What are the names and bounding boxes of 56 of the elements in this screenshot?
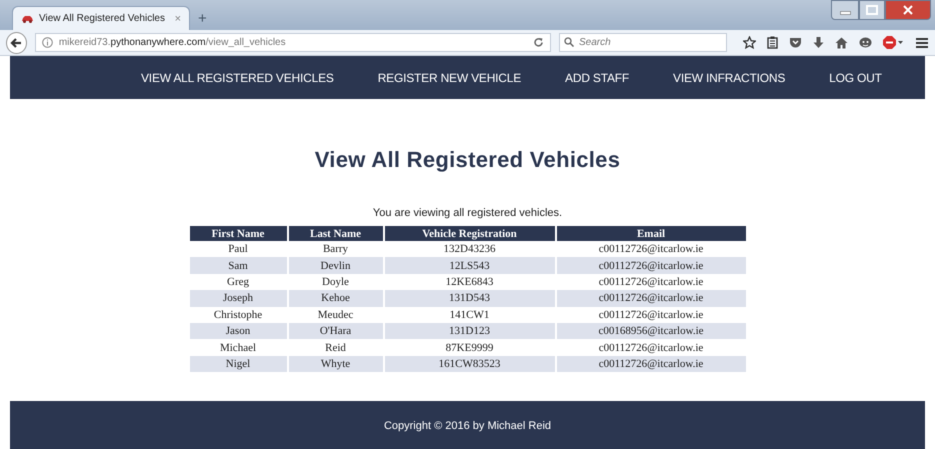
search-field[interactable]: Search	[559, 33, 727, 52]
address-bar[interactable]: mikereid73.pythonanywhere.com/view_all_vehicles	[34, 33, 551, 52]
table-cell: 131D543	[384, 290, 556, 307]
table-cell: 161CW83523	[384, 356, 556, 372]
column-header: First Name	[190, 226, 288, 241]
download-icon[interactable]	[813, 36, 824, 48]
menu-icon[interactable]	[915, 36, 929, 48]
close-icon	[903, 5, 913, 15]
copyright-text: Copyright © 2016 by Michael Reid	[384, 420, 552, 432]
table-cell: Nigel	[190, 356, 288, 372]
table-cell: Devlin	[288, 257, 384, 274]
minimize-button[interactable]	[831, 0, 859, 20]
nav-link[interactable]: REGISTER NEW VEHICLE	[378, 70, 522, 84]
close-window-button[interactable]	[885, 0, 931, 20]
table-cell: c00112726@itcarlow.ie	[556, 290, 746, 307]
intro-text: You are viewing all registered vehicles.	[372, 207, 562, 219]
table-cell: Kehoe	[288, 290, 384, 307]
info-icon[interactable]	[42, 37, 53, 48]
back-button[interactable]	[6, 32, 27, 54]
tab-title: View All Registered Vehicles	[39, 13, 166, 24]
table-cell: 12LS543	[384, 257, 556, 274]
table-cell-text: Michael	[218, 340, 258, 356]
table-cell: c00112726@itcarlow.ie	[556, 257, 746, 274]
table-cell: O'Hara	[288, 322, 384, 340]
star-icon[interactable]	[743, 36, 756, 49]
table-cell: Christophe	[190, 306, 288, 323]
car-icon	[21, 14, 34, 22]
table-cell: Paul	[190, 241, 288, 258]
browser-tab[interactable]: View All Registered Vehicles ×	[12, 6, 190, 30]
table-cell: Greg	[190, 274, 288, 290]
nav-link[interactable]: VIEW ALL REGISTERED VEHICLES	[141, 70, 334, 84]
nav-link[interactable]: LOG OUT	[829, 70, 882, 84]
page-heading: View All Registered Vehicles	[314, 147, 620, 173]
pocket-icon[interactable]	[789, 37, 802, 48]
clipboard-icon[interactable]	[767, 36, 778, 49]
table-cell: Sam	[190, 257, 288, 274]
column-header: Vehicle Registration	[384, 226, 556, 241]
table-cell: Whyte	[288, 356, 384, 372]
nav-link[interactable]: ADD STAFF	[565, 70, 630, 84]
home-icon[interactable]	[835, 36, 848, 48]
maximize-icon	[866, 5, 878, 15]
maximize-button[interactable]	[859, 0, 885, 20]
minimize-icon	[840, 11, 850, 15]
table-cell: 131D123	[384, 322, 556, 340]
reload-icon[interactable]	[533, 37, 544, 48]
back-arrow-icon	[10, 36, 22, 48]
table-cell: Joseph	[190, 290, 288, 307]
adblock-icon[interactable]	[883, 36, 904, 49]
column-header: Email	[556, 226, 746, 241]
new-tab-button[interactable]: +	[198, 10, 207, 27]
table-cell: c00168956@itcarlow.ie	[556, 322, 746, 340]
table-cell: c00112726@itcarlow.ie	[556, 356, 746, 372]
table-cell: Jason	[190, 322, 288, 340]
chat-icon[interactable]	[859, 36, 872, 48]
column-header: Last Name	[288, 226, 384, 241]
nav-link[interactable]: VIEW INFRACTIONS	[673, 70, 786, 84]
